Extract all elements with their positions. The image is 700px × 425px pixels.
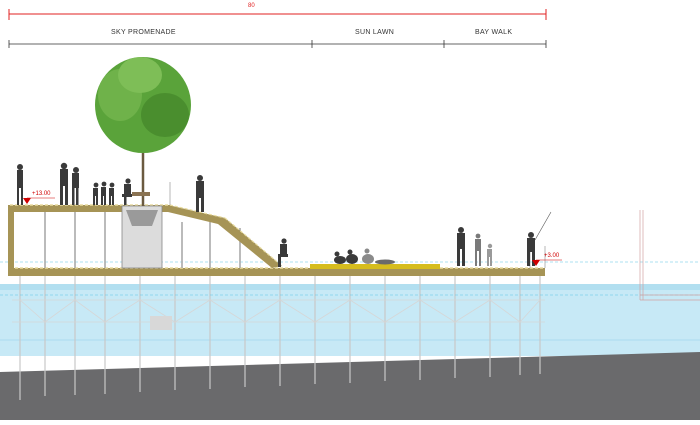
sun-lawn-surface	[310, 264, 440, 269]
person-icon	[278, 238, 288, 267]
lower-deck	[10, 268, 545, 276]
fishing-rod	[534, 211, 552, 241]
people	[17, 162, 552, 267]
zone-label-sun-lawn: SUN LAWN	[352, 29, 398, 36]
bench	[132, 192, 150, 196]
overall-dimension-label: 80	[248, 3, 255, 9]
zone-label-sky-promenade: SKY PROMENADE	[108, 29, 179, 36]
pontoon-float	[150, 316, 172, 330]
person-icon	[17, 164, 23, 205]
section-drawing: 80 SKY PROMENADE SUN LAWN BAY WALK +13.0…	[0, 0, 700, 420]
elevation-marker-lower	[532, 259, 562, 266]
person-icon	[475, 233, 481, 266]
person-icon	[362, 248, 374, 264]
elevation-marker-upper	[23, 197, 55, 204]
zone-dimension-line	[8, 40, 547, 48]
overall-dimension-line	[8, 9, 547, 20]
person-icon	[457, 227, 465, 266]
person-icon	[346, 249, 358, 264]
person-icon	[109, 182, 115, 205]
person-icon	[196, 175, 204, 212]
upper-deck-end-wall	[8, 205, 14, 276]
person-icon	[60, 162, 68, 205]
person-icon	[375, 259, 395, 265]
elevation-label-lower: +3.00	[544, 253, 560, 259]
person-icon	[122, 178, 132, 205]
zone-label-bay-walk: BAY WALK	[472, 29, 516, 36]
person-icon	[334, 251, 346, 264]
person-icon	[72, 167, 79, 205]
section-svg	[0, 9, 700, 420]
tree-icon	[95, 57, 191, 206]
person-icon	[101, 181, 107, 205]
person-icon	[487, 243, 493, 266]
ramp	[168, 205, 282, 268]
person-icon	[93, 182, 99, 205]
elevation-label-upper: +13.00	[32, 191, 51, 197]
